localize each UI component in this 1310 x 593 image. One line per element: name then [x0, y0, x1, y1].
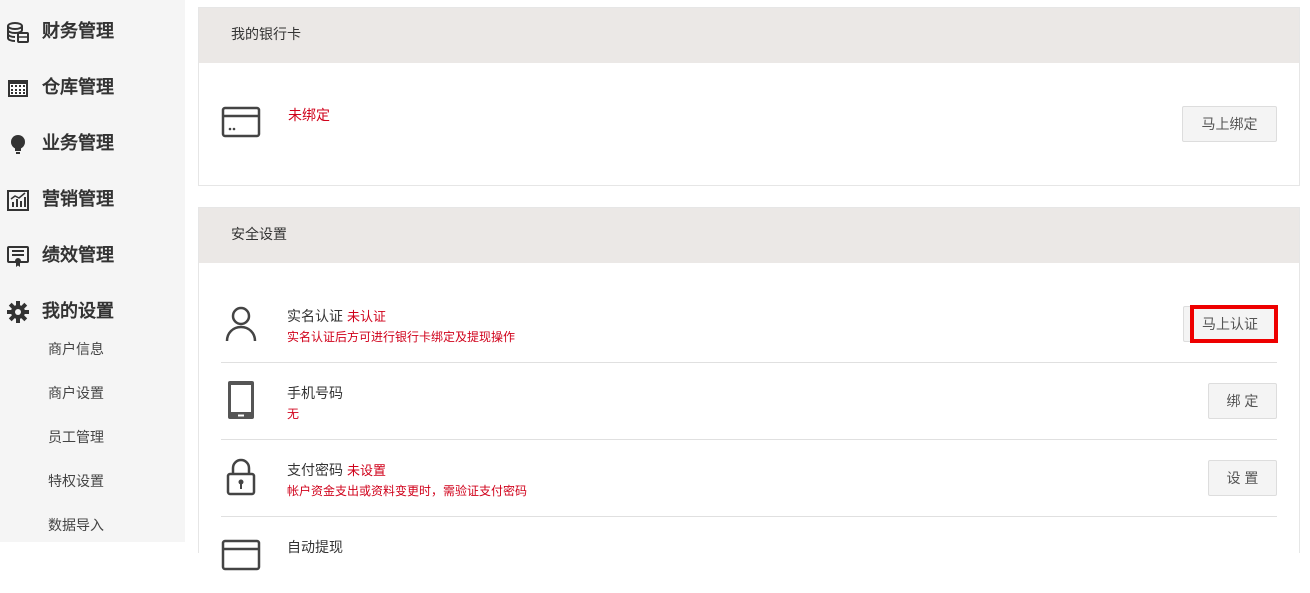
set-password-button[interactable]: 设 置: [1208, 460, 1277, 496]
nav-group-performance[interactable]: 绩效管理: [0, 232, 185, 280]
sidebar-item-merchant-settings[interactable]: 商户设置: [48, 379, 168, 409]
main-content: 我的银行卡 未绑定 马上绑定 安全设置 实名认证 未认证 实名认证后方可进行银行卡…: [198, 0, 1300, 571]
tablet-icon: [228, 381, 254, 419]
row-title: 手机号码: [287, 383, 347, 403]
nav-group-label: 营销管理: [42, 189, 114, 210]
row-title-text: 手机号码: [287, 386, 343, 402]
nav-group-label: 仓库管理: [42, 77, 114, 98]
user-icon: [225, 306, 257, 342]
warehouse-icon: [8, 80, 28, 97]
nav-group-business[interactable]: 业务管理: [0, 120, 185, 168]
row-description: 帐户资金支出或资料变更时，需验证支付密码: [287, 484, 528, 498]
list-item-phone: 手机号码 无 绑 定: [221, 362, 1277, 440]
lightbulb-icon: [11, 135, 25, 154]
nav-group-label: 业务管理: [42, 133, 114, 154]
row-title: 自动提现: [287, 537, 343, 557]
bank-card-icon: [221, 106, 261, 138]
certificate-icon: [7, 246, 29, 267]
row-title: 实名认证 未认证: [287, 306, 386, 326]
sidebar: 财务管理 仓库管理 业务管理 营销管理 绩效管理 我的设置 商户信息 商户设置 …: [0, 0, 185, 542]
row-title-text: 支付密码: [287, 463, 343, 479]
coin-stack-icon: [7, 22, 29, 43]
row-status: 未设置: [347, 464, 387, 479]
bind-phone-button[interactable]: 绑 定: [1208, 383, 1277, 419]
bind-card-button[interactable]: 马上绑定: [1182, 106, 1277, 142]
nav-group-my-settings[interactable]: 我的设置: [0, 288, 185, 336]
nav-group-label: 我的设置: [42, 301, 114, 322]
row-title-text: 实名认证: [287, 309, 343, 325]
panel-header: 安全设置: [199, 208, 1299, 263]
panel-header: 我的银行卡: [199, 8, 1299, 63]
row-description: 无: [287, 407, 300, 421]
security-panel: 安全设置 实名认证 未认证 实名认证后方可进行银行卡绑定及提现操作 马上认证 手机…: [198, 207, 1300, 571]
gear-icon: [7, 301, 29, 323]
sidebar-item-privileges[interactable]: 特权设置: [48, 467, 168, 497]
bank-card-status: 未绑定: [288, 108, 330, 124]
lock-icon: [226, 458, 256, 496]
list-item-real-name: 实名认证 未认证 实名认证后方可进行银行卡绑定及提现操作 马上认证: [221, 285, 1278, 363]
sidebar-item-staff[interactable]: 员工管理: [48, 423, 168, 453]
nav-group-label: 财务管理: [42, 21, 114, 42]
nav-group-marketing[interactable]: 营销管理: [0, 176, 185, 224]
card-icon: [221, 539, 261, 571]
list-item-pay-password: 支付密码 未设置 帐户资金支出或资料变更时，需验证支付密码 设 置: [221, 439, 1277, 517]
highlight-box: [1190, 305, 1278, 343]
nav-group-label: 绩效管理: [42, 245, 114, 266]
list-item-auto-withdraw: 自动提现: [221, 516, 1277, 593]
chart-icon: [7, 190, 29, 211]
nav-group-warehouse[interactable]: 仓库管理: [0, 64, 185, 112]
nav-group-finance[interactable]: 财务管理: [0, 8, 185, 56]
sidebar-item-data-import[interactable]: 数据导入: [48, 511, 168, 541]
row-title: 支付密码 未设置: [287, 460, 386, 480]
row-description: 实名认证后方可进行银行卡绑定及提现操作: [287, 330, 516, 344]
bank-card-panel: 我的银行卡 未绑定 马上绑定: [198, 7, 1300, 186]
row-title-text: 自动提现: [287, 540, 343, 556]
row-status: 未认证: [347, 310, 387, 325]
sidebar-item-merchant-info[interactable]: 商户信息: [48, 335, 168, 365]
